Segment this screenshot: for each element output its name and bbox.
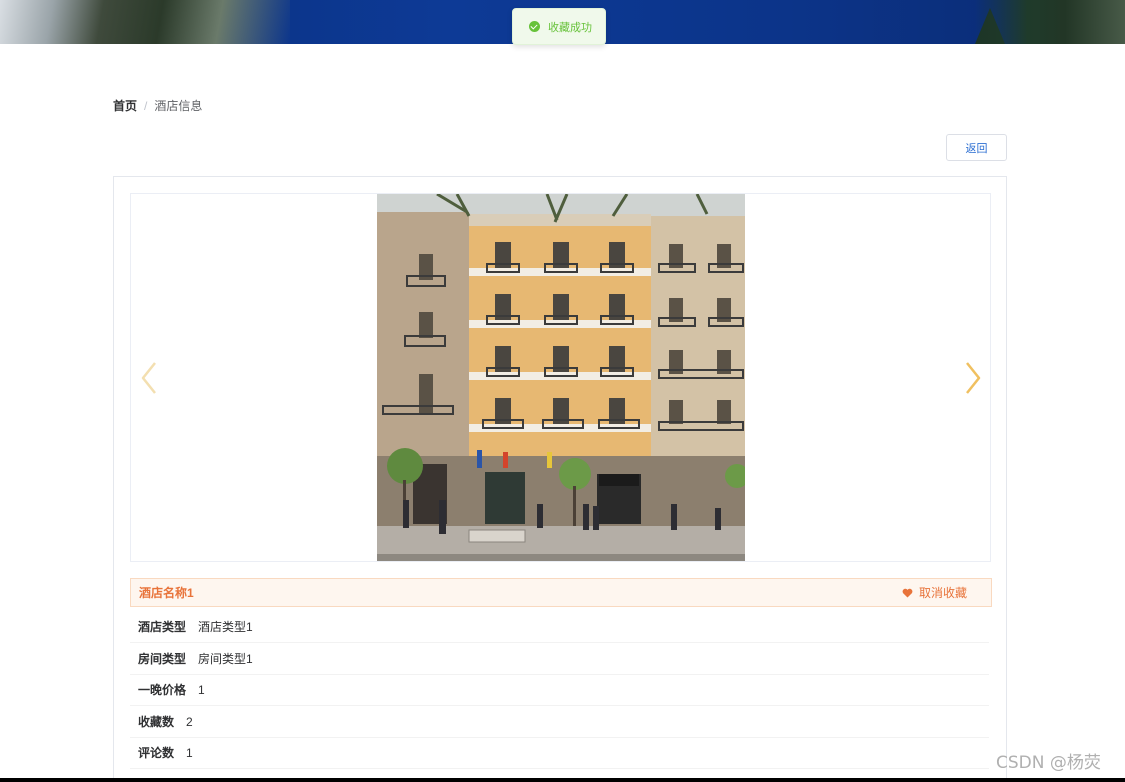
success-toast: 收藏成功	[512, 8, 606, 45]
breadcrumb-current: 酒店信息	[154, 99, 203, 113]
hotel-name-bar: 酒店名称1 取消收藏	[130, 578, 992, 607]
hotel-detail-card: 酒店名称1 取消收藏 酒店类型 酒店类型1 房间类型 房间类型1 一晚价格 1 …	[113, 176, 1007, 782]
detail-value: 酒店类型1	[198, 620, 253, 634]
unfavorite-label: 取消收藏	[918, 586, 967, 600]
detail-value: 房间类型1	[198, 652, 253, 666]
detail-label: 一晚价格	[138, 683, 187, 697]
detail-row-hotel-type: 酒店类型 酒店类型1	[130, 611, 989, 643]
chevron-left-icon	[141, 362, 156, 394]
detail-row-price: 一晚价格 1	[130, 674, 989, 706]
banner-snow-tree-image	[0, 0, 290, 44]
hotel-photo	[377, 194, 745, 561]
back-button[interactable]: 返回	[946, 134, 1007, 161]
breadcrumb-home[interactable]: 首页	[113, 97, 137, 114]
csdn-watermark: CSDN @杨荧	[996, 753, 1101, 773]
bottom-edge	[0, 778, 1125, 782]
detail-label: 酒店类型	[138, 620, 187, 634]
breadcrumb-separator: /	[144, 98, 148, 113]
hotel-name: 酒店名称1	[139, 586, 194, 600]
unfavorite-button[interactable]: 取消收藏	[902, 584, 983, 601]
detail-value: 1	[186, 745, 193, 760]
check-circle-icon	[529, 21, 540, 32]
carousel-prev-arrow[interactable]	[137, 359, 161, 397]
detail-label: 收藏数	[138, 715, 175, 729]
detail-label: 房间类型	[138, 652, 187, 666]
detail-row-comments: 评论数 1	[130, 737, 989, 769]
detail-value: 2	[186, 714, 193, 729]
chevron-right-icon	[966, 362, 981, 394]
detail-row-room-type: 房间类型 房间类型1	[130, 643, 989, 675]
heart-icon	[902, 588, 913, 598]
carousel-next-arrow[interactable]	[961, 359, 985, 397]
detail-label: 评论数	[138, 746, 175, 760]
banner-forest-image	[975, 0, 1125, 44]
toast-message: 收藏成功	[548, 21, 592, 34]
breadcrumb: 首页 / 酒店信息	[113, 97, 202, 114]
image-carousel[interactable]	[130, 193, 991, 562]
detail-value: 1	[198, 682, 205, 697]
detail-row-favorites: 收藏数 2	[130, 706, 989, 738]
